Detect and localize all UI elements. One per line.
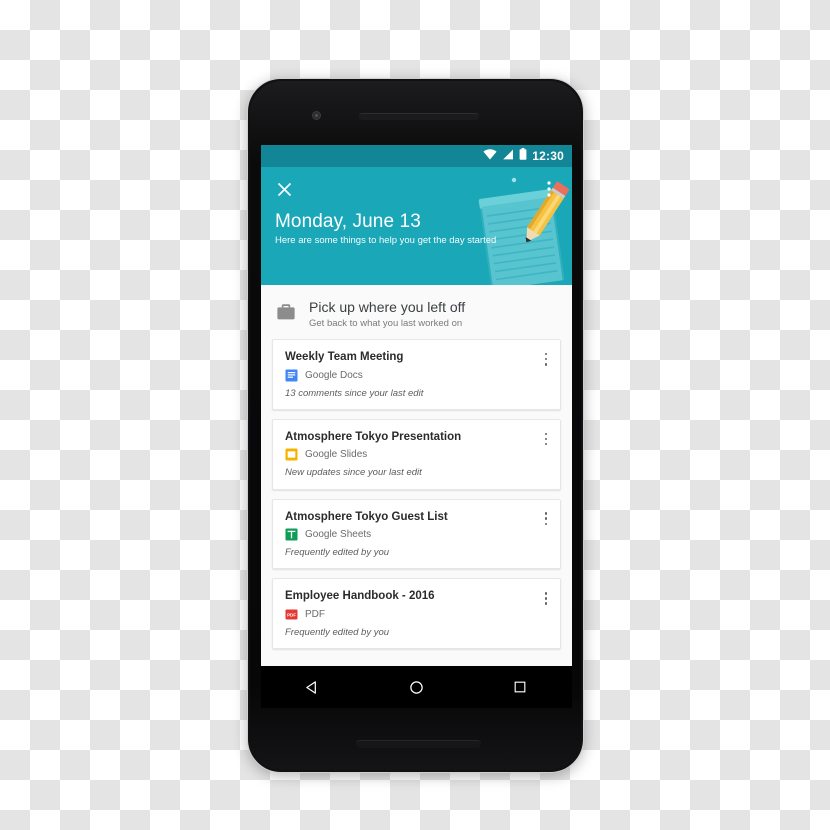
more-dot	[544, 517, 548, 521]
card-app-row: Google Sheets	[285, 528, 530, 541]
android-navigation-bar	[261, 666, 572, 708]
card-title: Atmosphere Tokyo Presentation	[285, 430, 462, 443]
google-slides-icon	[285, 448, 298, 461]
phone-bezel: 12:30 Monday, June 13 Here are some thin…	[250, 81, 581, 770]
card-note: New updates since your last edit	[285, 467, 422, 479]
phone-device-frame: 12:30 Monday, June 13 Here are some thin…	[247, 78, 584, 773]
more-dot	[544, 362, 548, 366]
card-note: Frequently edited by you	[285, 626, 390, 638]
google-docs-icon	[285, 369, 298, 382]
card-overflow-button[interactable]	[538, 349, 554, 369]
nav-back-button[interactable]	[295, 672, 331, 702]
table-row[interactable]: Atmosphere Tokyo Guest List Google Sheet…	[272, 498, 561, 570]
google-sheets-icon	[285, 528, 298, 541]
more-dot	[544, 592, 548, 595]
card-note: Frequently edited by you	[285, 547, 390, 559]
card-title: Employee Handbook - 2016	[285, 590, 435, 603]
card-note: 13 comments since your last edit	[285, 387, 424, 399]
battery-icon	[519, 147, 527, 165]
close-icon	[277, 182, 291, 196]
section-header: Pick up where you left off Get back to w…	[261, 285, 572, 339]
recents-square-icon	[514, 681, 526, 693]
card-app-row: Google Slides	[285, 448, 530, 461]
more-dot	[544, 597, 548, 600]
card-title: Atmosphere Tokyo Guest List	[285, 510, 448, 523]
table-row[interactable]: Weekly Team Meeting Google Docs 13 comme…	[272, 339, 561, 410]
section-text: Pick up where you left off Get back to w…	[309, 299, 465, 329]
feed-scroll-area[interactable]: Pick up where you left off Get back to w…	[261, 285, 572, 666]
more-dot	[544, 357, 548, 361]
hero-text-block: Monday, June 13 Here are some things to …	[261, 211, 572, 246]
card-app-name: Google Sheets	[305, 529, 372, 541]
card-overflow-button[interactable]	[538, 588, 554, 608]
card-app-name: Google Slides	[305, 449, 368, 461]
hero-subtitle: Here are some things to help you get the…	[275, 234, 497, 246]
back-triangle-icon	[306, 680, 317, 694]
document-card-list: Weekly Team Meeting Google Docs 13 comme…	[261, 339, 572, 650]
daily-summary-header: Monday, June 13 Here are some things to …	[261, 167, 572, 285]
status-bar-clock: 12:30	[532, 149, 564, 163]
more-dot	[544, 602, 548, 605]
svg-text:PDF: PDF	[287, 612, 296, 617]
more-dot	[544, 437, 548, 441]
table-row[interactable]: Employee Handbook - 2016 PDF PDF Frequen…	[272, 578, 561, 650]
hero-title: Monday, June 13	[275, 211, 421, 232]
card-app-name: Google Docs	[305, 369, 363, 381]
cellular-signal-icon	[502, 147, 514, 165]
more-dot	[544, 432, 548, 436]
close-button[interactable]	[271, 176, 297, 202]
home-circle-icon	[410, 680, 423, 694]
card-overflow-button[interactable]	[538, 429, 554, 449]
phone-screen: 12:30 Monday, June 13 Here are some thin…	[261, 145, 572, 666]
card-overflow-button[interactable]	[538, 509, 554, 529]
more-dot	[544, 442, 548, 446]
table-row[interactable]: Atmosphere Tokyo Presentation Google Sli…	[272, 418, 561, 490]
briefcase-icon	[277, 304, 295, 320]
wifi-icon	[483, 147, 497, 165]
card-app-row: Google Docs	[285, 369, 530, 382]
pdf-icon: PDF	[285, 609, 298, 620]
card-app-row: PDF PDF	[285, 608, 530, 621]
more-dot	[544, 352, 548, 356]
front-camera-icon	[312, 111, 321, 120]
android-status-bar: 12:30	[261, 145, 572, 167]
section-title: Pick up where you left off	[309, 299, 466, 315]
card-app-name: PDF	[305, 608, 325, 620]
more-dot	[544, 522, 548, 526]
more-dot	[544, 512, 548, 515]
more-vertical-icon	[547, 181, 551, 197]
section-subtitle: Get back to what you last worked on	[309, 317, 463, 329]
bottom-speaker	[356, 740, 481, 748]
nav-recents-button[interactable]	[502, 672, 538, 702]
nav-home-button[interactable]	[398, 672, 434, 702]
card-title: Weekly Team Meeting	[285, 351, 404, 364]
earpiece-speaker	[359, 113, 479, 120]
hero-action-bar	[261, 167, 572, 211]
header-overflow-button[interactable]	[536, 176, 562, 202]
